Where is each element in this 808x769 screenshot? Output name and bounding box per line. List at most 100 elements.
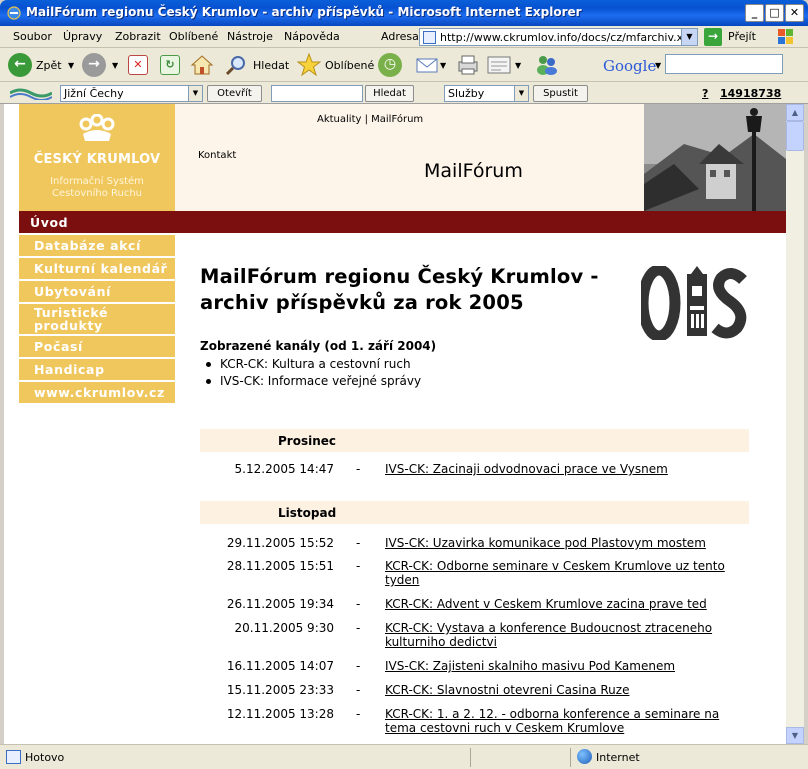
mail-button[interactable]: ▼ (416, 53, 450, 77)
separator: - (356, 536, 361, 550)
open-button[interactable]: Otevřít (207, 85, 262, 102)
scroll-down-icon[interactable]: ▼ (786, 727, 804, 744)
search-button[interactable]: Hledat (225, 53, 291, 77)
post-link[interactable]: KCR-CK: Slavnostni otevreni Casina Ruze (385, 683, 749, 697)
help-link[interactable]: ? (702, 87, 708, 100)
top-nav[interactable]: Aktuality | MailFórum (317, 114, 423, 125)
maximize-button[interactable]: □ (765, 4, 784, 22)
post-date: 26.11.2005 19:34 (226, 597, 334, 611)
channel-list: KCR-CK: Kultura a cestovní ruch IVS-CK: … (200, 357, 421, 391)
vertical-scrollbar[interactable]: ▲ ▼ (786, 104, 804, 744)
separator: - (356, 462, 361, 476)
mail-icon (416, 58, 438, 73)
post-link[interactable]: IVS-CK: Zacinaji odvodnovaci prace ve Vy… (385, 462, 749, 476)
separator: - (356, 707, 361, 721)
address-label: Adresa (381, 30, 419, 43)
close-button[interactable]: ✕ (785, 4, 804, 22)
go-label: Přejít (728, 30, 756, 43)
nav-item-calendar[interactable]: Kulturní kalendář (19, 258, 175, 279)
page-viewport: ČESKÝ KRUMLOV Informační Systém Cestovní… (4, 104, 786, 744)
print-button[interactable] (456, 53, 480, 77)
favorites-button[interactable]: Oblíbené (297, 53, 374, 77)
mail-dropdown-icon[interactable]: ▼ (440, 61, 446, 70)
post-link[interactable]: KCR-CK: Vystava a konference Budoucnost … (385, 621, 749, 649)
list-item: KCR-CK: Kultura a cestovní ruch (200, 357, 421, 374)
run-button[interactable]: Spustit (533, 85, 588, 102)
minimize-button[interactable]: _ (745, 4, 764, 22)
google-dropdown-icon[interactable]: ▼ (655, 61, 661, 70)
nav-item-ckrumlov[interactable]: www.ckrumlov.cz (19, 382, 175, 403)
menu-view[interactable]: Zobrazit (115, 30, 161, 43)
address-dropdown-icon[interactable]: ▼ (681, 29, 697, 45)
nav-item-accommodation[interactable]: Ubytování (19, 281, 175, 302)
ie-icon (7, 6, 21, 20)
nav-item-weather[interactable]: Počasí (19, 336, 175, 357)
forward-dropdown-icon[interactable]: ▼ (112, 61, 118, 70)
site-search-input[interactable] (271, 85, 363, 102)
scroll-up-icon[interactable]: ▲ (786, 104, 804, 121)
region-dropdown-icon[interactable]: ▼ (188, 86, 202, 101)
stop-button[interactable]: ✕ (128, 53, 150, 77)
internet-zone-icon (577, 749, 592, 764)
go-arrow-icon: → (704, 28, 722, 46)
logo-subtitle: Informační Systém Cestovního Ruchu (50, 176, 144, 199)
history-button[interactable]: ◷ (378, 53, 404, 77)
post-link[interactable]: KCR-CK: Odborne seminare v Ceskem Krumlo… (385, 559, 749, 587)
menu-help[interactable]: Nápověda (284, 30, 340, 43)
services-dropdown-icon[interactable]: ▼ (514, 86, 528, 101)
separator: - (356, 621, 361, 635)
menu-file[interactable]: Soubor (13, 30, 52, 43)
menu-bar: Soubor Úpravy Zobrazit Oblíbené Nástroje… (0, 26, 808, 48)
separator: - (356, 559, 361, 573)
site-logo[interactable]: ČESKÝ KRUMLOV Informační Systém Cestovní… (19, 104, 175, 211)
nav-item-handicap[interactable]: Handicap (19, 359, 175, 380)
refresh-icon: ↻ (160, 55, 180, 75)
address-input[interactable]: http://www.ckrumlov.info/docs/cz/mfarchi… (419, 28, 698, 46)
region-select[interactable]: Jižní Čechy ▼ (60, 85, 203, 102)
security-zone: Internet (596, 751, 640, 764)
title-bar: MailFórum regionu Český Krumlov - archiv… (0, 0, 808, 26)
status-divider (570, 748, 571, 767)
forward-button[interactable]: → ▼ (82, 53, 122, 77)
edit-button[interactable]: ▼ (487, 53, 527, 77)
back-button[interactable]: ← Zpět ▼ (8, 53, 78, 77)
archive-title: MailFórum regionu Český Krumlov - archiv… (200, 265, 599, 314)
status-divider (470, 748, 471, 767)
menu-edit[interactable]: Úpravy (63, 30, 102, 43)
nav-item-events[interactable]: Databáze akcí (19, 235, 175, 256)
messenger-button[interactable] (535, 53, 559, 77)
visitor-counter[interactable]: 14918738 (720, 87, 781, 100)
toolbar: ← Zpět ▼ → ▼ ✕ ↻ Hledat Oblíbené ◷ ▼ ▼ G… (0, 48, 808, 82)
menu-favorites[interactable]: Oblíbené (169, 30, 218, 43)
post-link[interactable]: KCR-CK: Advent v Ceskem Krumlove zacina … (385, 597, 749, 611)
post-date: 12.11.2005 13:28 (226, 707, 334, 721)
scroll-thumb[interactable] (786, 121, 804, 151)
post-link[interactable]: IVS-CK: Zajisteni skalniho masivu Pod Ka… (385, 659, 749, 673)
edit-document-icon (487, 56, 511, 74)
back-dropdown-icon[interactable]: ▼ (68, 61, 74, 70)
nav-item-products[interactable]: Turistické produkty (19, 304, 175, 334)
post-date: 15.11.2005 23:33 (226, 683, 334, 697)
separator: - (356, 683, 361, 697)
post-date: 5.12.2005 14:47 (234, 462, 334, 476)
services-value: Služby (448, 87, 485, 100)
google-search-input[interactable] (665, 54, 783, 74)
site-links-bar: Jižní Čechy ▼ Otevřít Hledat Služby ▼ Sp… (0, 82, 808, 104)
refresh-button[interactable]: ↻ (160, 53, 182, 77)
site-search-button[interactable]: Hledat (365, 85, 414, 102)
edit-dropdown-icon[interactable]: ▼ (515, 61, 521, 70)
post-link[interactable]: KCR-CK: 1. a 2. 12. - odborna konference… (385, 707, 749, 735)
post-link[interactable]: IVS-CK: Uzavirka komunikace pod Plastovy… (385, 536, 749, 550)
services-select[interactable]: Služby ▼ (444, 85, 529, 102)
home-icon (190, 55, 214, 75)
menu-tools[interactable]: Nástroje (227, 30, 273, 43)
month-header: Listopad (200, 501, 749, 524)
ois-logo-icon (641, 266, 747, 340)
home-button[interactable] (190, 53, 214, 77)
nav-item-uvod[interactable]: Úvod (19, 212, 175, 233)
contact-link[interactable]: Kontakt (198, 150, 236, 161)
go-button[interactable]: → Přejít (703, 28, 759, 46)
header-photo (644, 104, 786, 211)
back-arrow-icon: ← (8, 53, 32, 77)
list-item: IVS-CK: Informace veřejné správy (200, 374, 421, 391)
